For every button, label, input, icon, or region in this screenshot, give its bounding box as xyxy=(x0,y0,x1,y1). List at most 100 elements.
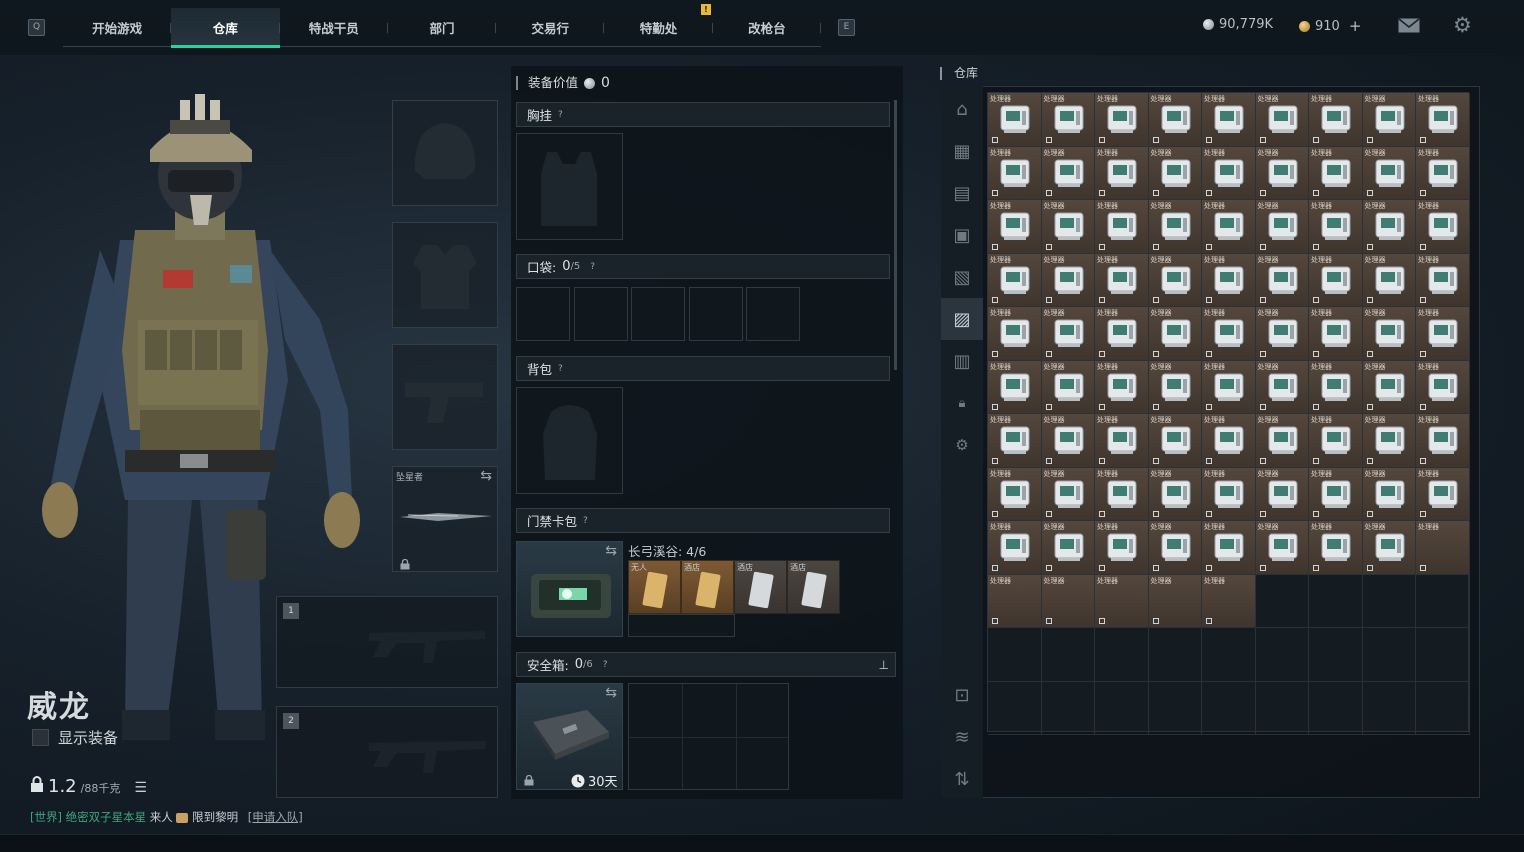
storage-item-processor[interactable]: 处理器 xyxy=(1202,307,1256,361)
storage-item-processor[interactable]: 处理器 xyxy=(988,200,1042,254)
category-helmet-icon[interactable]: ⌂ xyxy=(941,88,983,130)
storage-empty-cell[interactable] xyxy=(1202,681,1256,735)
storage-item-processor[interactable]: 处理器 xyxy=(1416,146,1470,200)
storage-item-processor[interactable]: 处理器 xyxy=(1255,414,1309,468)
storage-item-processor[interactable]: 处理器 xyxy=(1255,93,1309,147)
storage-item-processor[interactable]: 处理器 xyxy=(1095,414,1149,468)
swap-icon[interactable]: ⇆ xyxy=(605,543,617,559)
pocket-slot-1[interactable] xyxy=(516,287,570,341)
storage-empty-cell[interactable] xyxy=(1041,681,1095,735)
loadout-scrollbar[interactable] xyxy=(894,100,897,370)
storage-item-processor[interactable]: 处理器 xyxy=(1148,253,1202,307)
storage-item-processor[interactable]: 处理器 xyxy=(1202,200,1256,254)
list-icon[interactable]: ☰ xyxy=(134,780,147,796)
storage-item-processor[interactable]: 处理器 xyxy=(1041,360,1095,414)
storage-item-processor[interactable]: 处理器 xyxy=(1148,521,1202,575)
storage-empty-cell[interactable] xyxy=(1309,628,1363,682)
help-icon[interactable]: ? xyxy=(558,364,563,374)
stack-icon[interactable]: ≋ xyxy=(941,716,983,758)
storage-item-processor[interactable]: 处理器 xyxy=(1309,146,1363,200)
category-keys-icon[interactable]: ▧ xyxy=(941,256,983,298)
storage-item-processor[interactable]: 处理器 xyxy=(1041,93,1095,147)
storage-empty-cell[interactable] xyxy=(1309,574,1363,628)
storage-item-processor[interactable]: 处理器 xyxy=(1148,360,1202,414)
storage-item-processor[interactable]: 处理器 xyxy=(1416,467,1470,521)
storage-empty-cell[interactable] xyxy=(1095,681,1149,735)
storage-item-processor[interactable]: 处理器 xyxy=(1362,200,1416,254)
storage-settings-icon[interactable]: ⚙ xyxy=(941,424,983,466)
storage-empty-cell[interactable] xyxy=(1148,628,1202,682)
category-items-icon[interactable]: ▨ xyxy=(941,298,983,340)
backpack-slot[interactable] xyxy=(516,387,623,494)
pin-icon[interactable]: ⊥ xyxy=(879,658,889,672)
storage-empty-cell[interactable] xyxy=(1041,628,1095,682)
storage-item-processor[interactable]: 处理器 xyxy=(1202,521,1256,575)
next-tab-key-hint[interactable]: E xyxy=(838,19,855,36)
storage-item-processor[interactable]: 处理器 xyxy=(1416,414,1470,468)
safebox-slot[interactable]: ⇆ 30天 xyxy=(516,683,623,790)
storage-empty-cell[interactable] xyxy=(1148,681,1202,735)
storage-item-processor[interactable]: 处理器 xyxy=(1041,574,1095,628)
keycard-holder-slot[interactable]: ⇆ xyxy=(516,541,623,637)
pocket-slot-5[interactable] xyxy=(746,287,800,341)
tab-gunsmith[interactable]: 改枪台 xyxy=(713,8,822,47)
tab-operators[interactable]: 特战干员 xyxy=(280,8,389,47)
storage-item-processor[interactable]: 处理器 xyxy=(1362,307,1416,361)
storage-item-processor[interactable]: 处理器 xyxy=(1202,414,1256,468)
storage-item-processor[interactable]: 处理器 xyxy=(1362,414,1416,468)
keycard-empty-slot[interactable] xyxy=(628,614,735,637)
storage-item-processor[interactable]: 处理器 xyxy=(1362,360,1416,414)
storage-item-processor[interactable]: 处理器 xyxy=(1095,146,1149,200)
sort-icon[interactable]: ⇅ xyxy=(941,758,983,800)
storage-item-processor[interactable]: 处理器 xyxy=(1095,93,1149,147)
storage-item-processor[interactable]: 处理器 xyxy=(1309,414,1363,468)
storage-empty-cell[interactable] xyxy=(1416,574,1470,628)
storage-item-processor[interactable]: 处理器 xyxy=(1255,146,1309,200)
storage-item-processor[interactable]: 处理器 xyxy=(988,414,1042,468)
storage-item-processor[interactable]: 处理器 xyxy=(1095,574,1149,628)
join-team-link[interactable]: [申请入队] xyxy=(248,810,303,824)
storage-item-processor[interactable]: 处理器 xyxy=(988,307,1042,361)
storage-item-processor[interactable]: 处理器 xyxy=(988,467,1042,521)
storage-item-processor[interactable]: 处理器 xyxy=(1095,521,1149,575)
help-icon[interactable]: ? xyxy=(590,262,595,272)
storage-item-processor[interactable]: 处理器 xyxy=(988,146,1042,200)
storage-empty-cell[interactable] xyxy=(988,628,1042,682)
storage-item-processor[interactable]: 处理器 xyxy=(1095,200,1149,254)
storage-item-processor[interactable]: 处理器 xyxy=(1041,200,1095,254)
storage-item-processor[interactable]: 处理器 xyxy=(1255,307,1309,361)
storage-item-processor[interactable]: 处理器 xyxy=(1148,574,1202,628)
storage-item-processor[interactable]: 处理器 xyxy=(1255,200,1309,254)
pocket-slot-3[interactable] xyxy=(631,287,685,341)
storage-item-processor[interactable]: 处理器 xyxy=(988,93,1042,147)
storage-item-processor[interactable]: 处理器 xyxy=(1362,467,1416,521)
storage-item-processor[interactable]: 处理器 xyxy=(1202,146,1256,200)
storage-item-processor[interactable]: 处理器 xyxy=(1202,574,1256,628)
storage-empty-cell[interactable] xyxy=(1362,628,1416,682)
storage-item-processor[interactable]: 处理器 xyxy=(1148,146,1202,200)
helmet-slot[interactable] xyxy=(392,100,498,206)
armor-slot[interactable] xyxy=(392,222,498,328)
storage-item-processor[interactable]: 处理器 xyxy=(1416,253,1470,307)
storage-item-processor[interactable]: 处理器 xyxy=(1095,360,1149,414)
storage-item-processor[interactable]: 处理器 xyxy=(1309,307,1363,361)
storage-item-processor[interactable]: 处理器 xyxy=(1362,146,1416,200)
storage-item-processor[interactable]: 处理器 xyxy=(1148,93,1202,147)
lock-category-icon[interactable]: 🔒︎ xyxy=(941,382,983,424)
storage-expand-icon[interactable]: ⊡ xyxy=(941,674,983,716)
chest-rig-slot[interactable] xyxy=(516,133,623,240)
storage-empty-cell[interactable] xyxy=(1362,574,1416,628)
storage-item-processor[interactable]: 处理器 xyxy=(1255,360,1309,414)
category-collectibles-icon[interactable]: ▥ xyxy=(941,340,983,382)
storage-item-processor[interactable]: 处理器 xyxy=(1148,200,1202,254)
keycard-item[interactable]: 酒店 xyxy=(734,560,787,614)
category-medical-icon[interactable]: ▣ xyxy=(941,214,983,256)
storage-item-processor[interactable]: 处理器 xyxy=(1095,467,1149,521)
prev-tab-key-hint[interactable]: Q xyxy=(28,19,45,36)
storage-item-processor[interactable]: 处理器 xyxy=(988,521,1042,575)
show-gear-checkbox[interactable] xyxy=(32,729,49,746)
storage-item-processor[interactable]: 处理器 xyxy=(1148,414,1202,468)
storage-item-processor[interactable]: 处理器 xyxy=(1095,307,1149,361)
storage-empty-cell[interactable] xyxy=(1416,681,1470,735)
chat-sender[interactable]: 绝密双子星本星 xyxy=(66,810,147,824)
